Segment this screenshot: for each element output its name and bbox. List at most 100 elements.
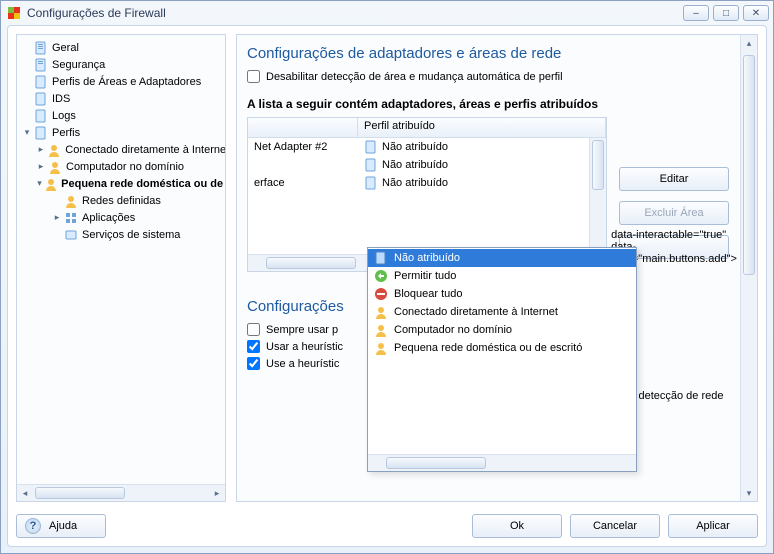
sidebar-item-label: Perfis xyxy=(52,127,80,139)
window-controls: – □ ✕ xyxy=(683,5,769,21)
close-button[interactable]: ✕ xyxy=(743,5,769,21)
profile-dropdown[interactable]: Não atribuído Permitir tudo Bloquear tud… xyxy=(367,247,637,472)
page-icon xyxy=(364,158,378,172)
edit-button[interactable]: Editar xyxy=(619,167,729,191)
sidebar-item-label: Aplicações xyxy=(82,212,135,224)
scroll-thumb[interactable] xyxy=(592,140,604,190)
dropdown-option-label: Bloquear tudo xyxy=(394,288,463,300)
checkbox-input[interactable] xyxy=(247,70,260,83)
list-action-buttons: Editar Excluir Área data-interactable="t… xyxy=(619,167,729,259)
checkbox-label: Usar a heurístic xyxy=(266,341,343,353)
sidebar-item-label: Pequena rede doméstica ou de escritório xyxy=(61,178,225,190)
help-label: Ajuda xyxy=(49,520,77,532)
sidebar-item-label: IDS xyxy=(52,93,70,105)
user-icon xyxy=(374,341,388,355)
maximize-button[interactable]: □ xyxy=(713,5,739,21)
user-icon xyxy=(47,142,63,158)
sidebar-item-perfis-areas[interactable]: Perfis de Áreas e Adaptadores xyxy=(17,73,225,90)
dropdown-option-conectado-internet[interactable]: Conectado diretamente à Internet xyxy=(368,303,636,321)
disable-detection-checkbox[interactable]: Desabilitar detecção de área e mudança a… xyxy=(247,70,735,83)
dropdown-option-label: Computador no domínio xyxy=(394,324,512,336)
scroll-thumb[interactable] xyxy=(743,55,755,275)
sidebar-item-ids[interactable]: IDS xyxy=(17,90,225,107)
sidebar-item-label: Redes definidas xyxy=(82,195,161,207)
scroll-thumb[interactable] xyxy=(266,257,356,269)
app-icon xyxy=(7,6,21,20)
checkbox-input[interactable] xyxy=(247,323,260,336)
scroll-up-icon[interactable]: ▴ xyxy=(741,35,757,51)
sidebar-item-computador-dominio[interactable]: ▸ Computador no domínio xyxy=(17,158,225,175)
sidebar-item-label: Conectado diretamente à Internet xyxy=(65,144,225,156)
titlebar: Configurações de Firewall – □ ✕ xyxy=(1,1,773,25)
sidebar-item-redes-definidas[interactable]: Redes definidas xyxy=(17,192,225,209)
sidebar-item-geral[interactable]: Geral xyxy=(17,39,225,56)
column-header-profile[interactable]: Perfil atribuído xyxy=(358,118,606,137)
sidebar-panel: Geral Segurança Perfis de Áreas e Adapta… xyxy=(16,34,226,502)
client-area: Geral Segurança Perfis de Áreas e Adapta… xyxy=(7,25,767,547)
page-icon xyxy=(33,91,49,107)
user-icon xyxy=(374,305,388,319)
profile-label: Não atribuído xyxy=(382,177,448,189)
page-icon xyxy=(364,140,378,154)
sidebar-item-servicos-sistema[interactable]: Serviços de sistema xyxy=(17,226,225,243)
checkbox-label: Use a heurístic xyxy=(266,358,339,370)
dropdown-option-computador-dominio[interactable]: Computador no domínio xyxy=(368,321,636,339)
sidebar-item-label: Perfis de Áreas e Adaptadores xyxy=(52,76,201,88)
dropdown-option-label: Permitir tudo xyxy=(394,270,456,282)
help-icon: ? xyxy=(25,518,41,534)
scroll-left-icon[interactable]: ◂ xyxy=(17,485,33,501)
help-button[interactable]: ? Ajuda xyxy=(16,514,106,538)
scroll-thumb[interactable] xyxy=(386,457,486,469)
scroll-right-icon[interactable]: ▸ xyxy=(209,485,225,501)
user-icon xyxy=(374,323,388,337)
dropdown-option-label: Pequena rede doméstica ou de escritó xyxy=(394,342,582,354)
dropdown-option-label: Conectado diretamente à Internet xyxy=(394,306,558,318)
nav-tree[interactable]: Geral Segurança Perfis de Áreas e Adapta… xyxy=(17,35,225,484)
list-vertical-scrollbar[interactable] xyxy=(589,138,606,254)
ok-button[interactable]: Ok xyxy=(472,514,562,538)
sidebar-horizontal-scrollbar[interactable]: ◂ ▸ xyxy=(17,484,225,501)
delete-area-button[interactable]: Excluir Área xyxy=(619,201,729,225)
page-icon xyxy=(374,251,388,265)
profile-label: Não atribuído xyxy=(382,159,448,171)
sidebar-item-label: Segurança xyxy=(52,59,105,71)
list-heading: A lista a seguir contém adaptadores, áre… xyxy=(247,97,735,111)
checkbox-input[interactable] xyxy=(247,340,260,353)
sidebar-item-label: Logs xyxy=(52,110,76,122)
profile-cell: Não atribuído xyxy=(358,140,606,154)
adapter-name: Net Adapter #2 xyxy=(248,141,358,153)
scroll-thumb[interactable] xyxy=(35,487,125,499)
table-row[interactable]: Não atribuído xyxy=(248,156,606,174)
checkbox-input[interactable] xyxy=(247,357,260,370)
column-header-adapter[interactable] xyxy=(248,118,358,137)
apply-button[interactable]: Aplicar xyxy=(668,514,758,538)
minimize-button[interactable]: – xyxy=(683,5,709,21)
services-icon xyxy=(63,227,79,243)
main-panel: Configurações de adaptadores e áreas de … xyxy=(236,34,758,502)
adapter-name: erface xyxy=(248,177,358,189)
sidebar-item-seguranca[interactable]: Segurança xyxy=(17,56,225,73)
dropdown-option-pequena-rede[interactable]: Pequena rede doméstica ou de escritó xyxy=(368,339,636,357)
user-icon xyxy=(44,176,58,192)
sidebar-item-aplicacoes[interactable]: ▸ Aplicações xyxy=(17,209,225,226)
firewall-settings-window: Configurações de Firewall – □ ✕ Geral xyxy=(0,0,774,554)
table-header: Perfil atribuído xyxy=(248,118,606,138)
dropdown-option-nao-atribuido[interactable]: Não atribuído xyxy=(368,249,636,267)
cancel-button[interactable]: Cancelar xyxy=(570,514,660,538)
sidebar-item-conectado-internet[interactable]: ▸ Conectado diretamente à Internet xyxy=(17,141,225,158)
dropdown-option-permitir-tudo[interactable]: Permitir tudo xyxy=(368,267,636,285)
sidebar-item-pequena-rede[interactable]: ▾ Pequena rede doméstica ou de escritóri… xyxy=(17,175,225,192)
dropdown-horizontal-scrollbar[interactable] xyxy=(368,454,636,471)
profile-cell: Não atribuído xyxy=(358,176,606,190)
user-icon xyxy=(47,159,63,175)
window-title: Configurações de Firewall xyxy=(27,6,683,20)
main-vertical-scrollbar[interactable]: ▴ ▾ xyxy=(740,35,757,501)
table-row[interactable]: erface Não atribuído xyxy=(248,174,606,192)
block-icon xyxy=(374,287,388,301)
sidebar-item-logs[interactable]: Logs xyxy=(17,107,225,124)
table-row[interactable]: Net Adapter #2 Não atribuído xyxy=(248,138,606,156)
dropdown-option-bloquear-tudo[interactable]: Bloquear tudo xyxy=(368,285,636,303)
sidebar-item-perfis[interactable]: ▾ Perfis xyxy=(17,124,225,141)
dropdown-option-label: Não atribuído xyxy=(394,252,460,264)
scroll-down-icon[interactable]: ▾ xyxy=(741,485,757,501)
